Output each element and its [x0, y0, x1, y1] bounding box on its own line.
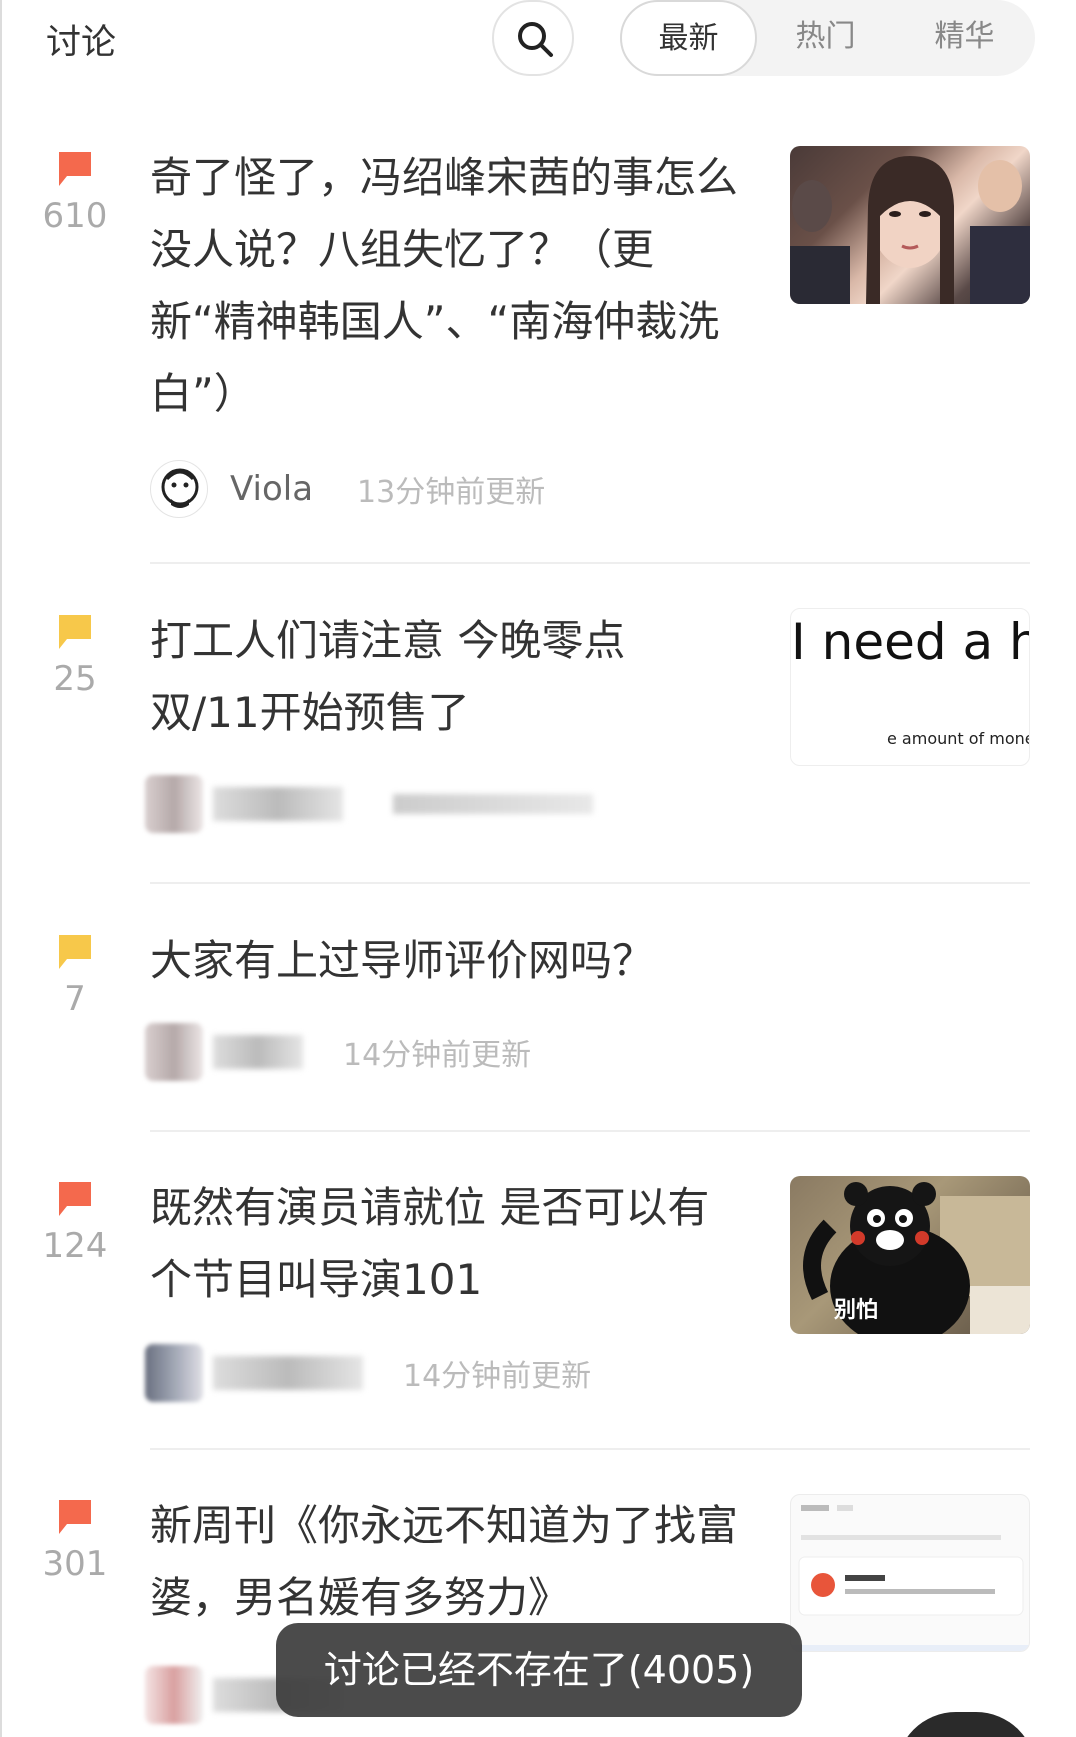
- flag-icon: [59, 152, 91, 186]
- post-meta: 14分钟前更新: [145, 1344, 591, 1402]
- toast-message: 讨论已经不存在了(4005): [276, 1623, 802, 1717]
- update-time: 14分钟前更新: [343, 1038, 532, 1073]
- meme-small-text: e amount of money: [887, 729, 1030, 748]
- reply-count: 301: [42, 1544, 108, 1584]
- divider: [150, 882, 1030, 884]
- flag-icon: [59, 935, 91, 969]
- avatar-face-icon: [161, 468, 199, 508]
- reply-count: 124: [42, 1226, 108, 1266]
- avatar[interactable]: [145, 1666, 203, 1724]
- update-time: 14分钟前更新: [403, 1359, 592, 1394]
- thumbnail-caption: 别怕: [834, 1298, 879, 1323]
- post-title[interactable]: 奇了怪了，冯绍峰宋茜的事怎么没人说？八组失忆了？（更新“精神韩国人”、“南海仲裁…: [150, 142, 740, 430]
- tab-hot[interactable]: 热门: [757, 0, 894, 76]
- post-title[interactable]: 大家有上过导师评价网吗？: [150, 925, 770, 997]
- update-time: [393, 794, 593, 814]
- tab-latest[interactable]: 最新: [620, 0, 757, 76]
- page-title: 讨论: [46, 23, 117, 63]
- kumamon-photo-icon: [803, 1182, 1030, 1334]
- post-meta: [145, 775, 593, 833]
- post-meta: 14分钟前更新: [145, 1023, 531, 1081]
- update-time: 13分钟前更新: [357, 475, 546, 510]
- post-thumbnail[interactable]: I need a hug e amount of money: [790, 608, 1030, 766]
- header: 讨论 最新 热门 精华: [0, 0, 1076, 90]
- post-meta: Viola 13分钟前更新: [150, 460, 545, 518]
- floating-action-button[interactable]: [896, 1712, 1036, 1737]
- reply-count-block: 7: [40, 933, 110, 1019]
- reply-count-block: 610: [40, 150, 110, 236]
- post-thumbnail[interactable]: [790, 146, 1030, 304]
- reply-count: 7: [64, 979, 86, 1019]
- avatar[interactable]: [145, 1023, 203, 1081]
- flag-icon: [59, 1500, 91, 1534]
- reply-count: 25: [53, 659, 97, 699]
- divider: [150, 562, 1030, 564]
- post-title[interactable]: 打工人们请注意 今晚零点双/11开始预售了: [150, 605, 710, 749]
- divider: [150, 1130, 1030, 1132]
- flag-icon: [59, 1182, 91, 1216]
- avatar[interactable]: [145, 1344, 203, 1402]
- avatar[interactable]: [145, 775, 203, 833]
- post-thumbnail[interactable]: 别怕: [790, 1176, 1030, 1334]
- search-button[interactable]: [492, 0, 574, 76]
- author-name[interactable]: [213, 787, 343, 821]
- post-title[interactable]: 新周刊《你永远不知道为了找富婆，男名媛有多努力》: [150, 1490, 750, 1634]
- avatar[interactable]: [150, 460, 208, 518]
- author-name[interactable]: [213, 1356, 363, 1390]
- author-name[interactable]: [213, 1035, 303, 1069]
- meme-main-text: I need a hug: [791, 613, 1029, 671]
- post-thumbnail[interactable]: [790, 1494, 1030, 1652]
- divider: [150, 1448, 1030, 1450]
- article-screenshot-icon: [791, 1505, 1029, 1651]
- search-icon: [518, 22, 553, 57]
- reply-count: 610: [42, 196, 108, 236]
- woman-photo-icon: [790, 156, 1030, 304]
- reply-count-block: 301: [40, 1498, 110, 1584]
- author-name[interactable]: Viola: [230, 469, 313, 509]
- flag-icon: [59, 615, 91, 649]
- reply-count-block: 25: [40, 613, 110, 699]
- reply-count-block: 124: [40, 1180, 110, 1266]
- post-title[interactable]: 既然有演员请就位 是否可以有个节目叫导演101: [150, 1172, 750, 1316]
- left-edge-rule: [0, 0, 2, 1737]
- sort-tabs: 最新 热门 精华: [620, 0, 1035, 76]
- meme-text-image: I need a hug e amount of money: [791, 609, 1030, 765]
- tab-featured[interactable]: 精华: [894, 0, 1035, 76]
